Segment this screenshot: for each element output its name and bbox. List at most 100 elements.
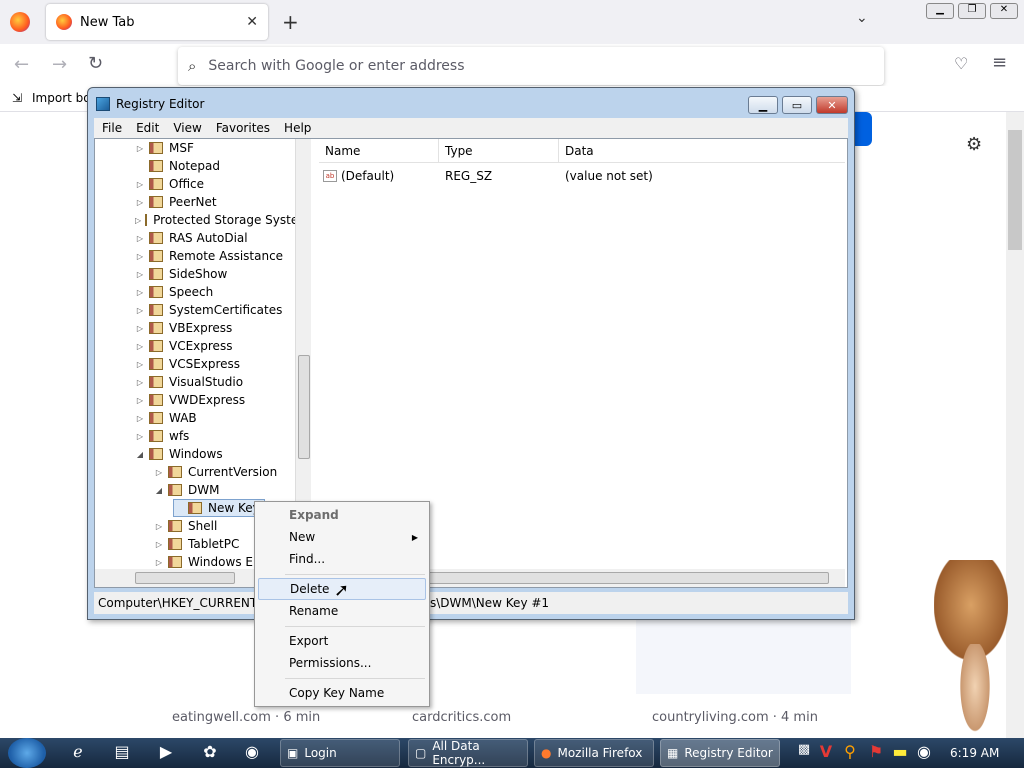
chrome-icon[interactable]: ◉	[240, 742, 264, 764]
tray-app-icon[interactable]: ▩	[792, 742, 816, 764]
tab-new-tab[interactable]: New Tab ✕	[46, 4, 268, 40]
taskbar-firefox[interactable]: ● Mozilla Firefox	[534, 739, 654, 767]
expand-toggle-icon[interactable]: ▷	[135, 234, 145, 243]
close-tab-icon[interactable]: ✕	[246, 14, 258, 30]
import-bookmarks-link[interactable]: Import bo	[32, 91, 91, 105]
column-header-name[interactable]: Name	[319, 139, 439, 163]
menu-item-find[interactable]: Find...	[258, 548, 426, 570]
menu-icon[interactable]: ≡	[992, 52, 1007, 73]
menu-help[interactable]: Help	[284, 121, 311, 135]
tree-item[interactable]: ▷ WAB	[135, 409, 197, 427]
taskbar-encryption[interactable]: ▢ All Data Encryp...	[408, 739, 528, 767]
list-tabs-icon[interactable]: ⌄	[856, 10, 868, 26]
column-header-data[interactable]: Data	[559, 139, 845, 163]
tree-item[interactable]: ◢ DWM	[154, 481, 220, 499]
tree-item[interactable]: ▷ SystemCertificates	[135, 301, 282, 319]
tray-search-icon[interactable]: ⚲	[838, 742, 862, 764]
page-scrollbar[interactable]	[1006, 112, 1024, 738]
expand-toggle-icon[interactable]: ▷	[135, 306, 145, 315]
tree-hscroll-thumb[interactable]	[135, 572, 235, 584]
tree-item[interactable]: ▷ CurrentVersion	[154, 463, 277, 481]
close-window-icon[interactable]: ✕	[990, 3, 1018, 19]
menu-favorites[interactable]: Favorites	[216, 121, 270, 135]
tray-antivirus-icon[interactable]: V	[814, 742, 838, 764]
start-button-icon[interactable]	[8, 738, 46, 768]
expand-toggle-icon[interactable]: ◢	[135, 450, 145, 459]
expand-toggle-icon[interactable]: ▷	[154, 522, 164, 531]
address-bar[interactable]: ⌕ Search with Google or enter address	[178, 47, 884, 85]
tree-item[interactable]: ◢ Windows	[135, 445, 223, 463]
title-bar[interactable]: Registry Editor ▁ ▭ ✕	[88, 88, 854, 120]
expand-toggle-icon[interactable]: ▷	[154, 540, 164, 549]
tray-flag-icon[interactable]: ⚑	[864, 742, 888, 764]
taskbar-registry-editor[interactable]: ▦ Registry Editor	[660, 739, 780, 767]
story-card[interactable]	[636, 620, 851, 694]
tree-item[interactable]: ▷ Protected Storage Syste	[135, 211, 295, 229]
tree-item[interactable]: ▷ wfs	[135, 427, 189, 445]
maximize-button[interactable]: ▭	[782, 96, 812, 114]
firefox-icon[interactable]	[10, 12, 30, 32]
close-button[interactable]: ✕	[816, 96, 848, 114]
back-icon[interactable]: ←	[14, 54, 29, 75]
tray-volume-icon[interactable]: ◉	[912, 742, 936, 764]
taskbar-login[interactable]: ▣ Login	[280, 739, 400, 767]
expand-toggle-icon[interactable]: ▷	[135, 252, 145, 261]
expand-toggle-icon[interactable]: ▷	[135, 144, 145, 153]
tree-item[interactable]: ▷ VisualStudio	[135, 373, 243, 391]
minimize-icon[interactable]: ▁	[926, 3, 954, 19]
media-player-icon[interactable]: ▶	[154, 742, 178, 764]
pocket-icon[interactable]: ♡	[954, 54, 968, 73]
expand-toggle-icon[interactable]: ▷	[154, 468, 164, 477]
expand-toggle-icon[interactable]: ▷	[135, 270, 145, 279]
menu-edit[interactable]: Edit	[136, 121, 159, 135]
tree-item[interactable]: ▷ VCSExpress	[135, 355, 240, 373]
tree-item[interactable]: Notepad	[135, 157, 220, 175]
expand-toggle-icon[interactable]: ▷	[135, 180, 145, 189]
tree-item[interactable]: ▷ Shell	[154, 517, 217, 535]
menu-item-export[interactable]: Export	[258, 630, 426, 652]
minimize-button[interactable]: ▁	[748, 96, 778, 114]
expand-toggle-icon[interactable]: ▷	[135, 432, 145, 441]
expand-toggle-icon[interactable]: ▷	[135, 288, 145, 297]
page-scroll-thumb[interactable]	[1008, 130, 1022, 250]
tree-item-selected[interactable]: New Key	[173, 499, 265, 517]
restore-icon[interactable]: ❐	[958, 3, 986, 19]
menu-item-expand[interactable]: Expand	[258, 504, 426, 526]
tree-item[interactable]: ▷ VBExpress	[135, 319, 232, 337]
forward-icon[interactable]: →	[52, 54, 67, 75]
expand-toggle-icon[interactable]: ▷	[154, 558, 164, 567]
reload-icon[interactable]: ↻	[88, 53, 103, 74]
menu-item-permissions[interactable]: Permissions...	[258, 652, 426, 674]
expand-toggle-icon[interactable]: ▷	[135, 216, 141, 225]
tree-item[interactable]: ▷ MSF	[135, 139, 194, 157]
tree-item[interactable]: ▷ RAS AutoDial	[135, 229, 248, 247]
expand-toggle-icon[interactable]: ▷	[135, 198, 145, 207]
column-header-type[interactable]: Type	[439, 139, 559, 163]
expand-toggle-icon[interactable]: ▷	[135, 342, 145, 351]
tree-item[interactable]: ▷ PeerNet	[135, 193, 217, 211]
gear-icon[interactable]: ⚙	[966, 134, 982, 155]
tree-scroll-thumb[interactable]	[298, 355, 310, 459]
expand-toggle-icon[interactable]: ◢	[154, 486, 164, 495]
expand-toggle-icon[interactable]: ▷	[135, 360, 145, 369]
value-row[interactable]: ab (Default) REG_SZ (value not set)	[323, 167, 843, 185]
tree-item[interactable]: ▷ Speech	[135, 283, 213, 301]
expand-toggle-icon[interactable]: ▷	[135, 324, 145, 333]
expand-toggle-icon[interactable]: ▷	[135, 414, 145, 423]
internet-explorer-icon[interactable]: ℯ	[66, 742, 90, 764]
menu-file[interactable]: File	[102, 121, 122, 135]
tree-item[interactable]: ▷ Remote Assistance	[135, 247, 283, 265]
menu-item-copy-key-name[interactable]: Copy Key Name	[258, 682, 426, 704]
app-icon[interactable]: ✿	[198, 742, 222, 764]
expand-toggle-icon[interactable]: ▷	[135, 378, 145, 387]
menu-item-rename[interactable]: Rename	[258, 600, 426, 622]
clock[interactable]: 6:19 AM	[950, 746, 999, 760]
tree-item[interactable]: ▷ Office	[135, 175, 204, 193]
file-explorer-icon[interactable]: ▤	[110, 742, 134, 764]
menu-item-new[interactable]: New ▶	[258, 526, 426, 548]
tree-item[interactable]: ▷ TabletPC	[154, 535, 239, 553]
tree-item[interactable]: ▷ VCExpress	[135, 337, 233, 355]
expand-toggle-icon[interactable]: ▷	[135, 396, 145, 405]
menu-view[interactable]: View	[173, 121, 201, 135]
new-tab-icon[interactable]: +	[282, 10, 299, 34]
